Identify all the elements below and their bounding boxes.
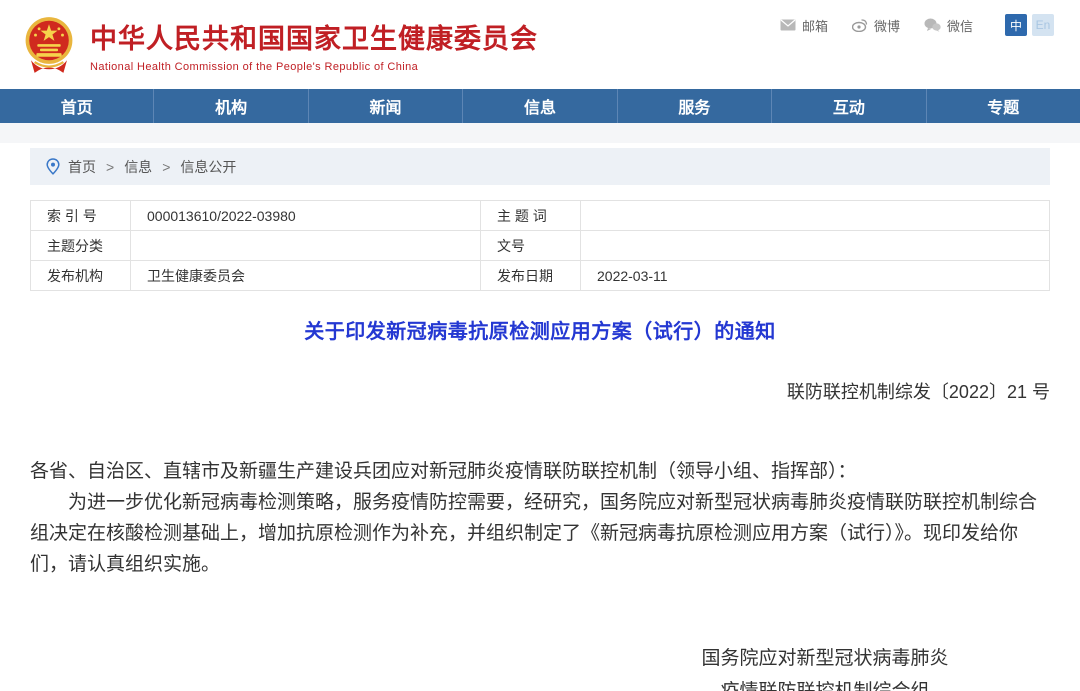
lang-zh-button[interactable]: 中 xyxy=(1005,14,1027,36)
meta-label-docno: 文号 xyxy=(481,231,581,261)
nav-item-home[interactable]: 首页 xyxy=(0,89,154,123)
breadcrumb-separator: > xyxy=(104,159,116,175)
nav-item-news[interactable]: 新闻 xyxy=(309,89,463,123)
mail-link[interactable]: 邮箱 xyxy=(780,16,828,35)
site-header: 中华人民共和国国家卫生健康委员会 National Health Commiss… xyxy=(0,0,1080,89)
nav-item-interact[interactable]: 互动 xyxy=(772,89,926,123)
meta-label-index: 索 引 号 xyxy=(31,201,131,231)
wechat-link[interactable]: 微信 xyxy=(924,16,973,35)
article-paragraph: 各省、自治区、直辖市及新疆生产建设兵团应对新冠肺炎疫情联防联控机制（领导小组、指… xyxy=(30,456,1050,487)
nav-item-org[interactable]: 机构 xyxy=(154,89,308,123)
brand-text: 中华人民共和国国家卫生健康委员会 National Health Commiss… xyxy=(90,17,538,73)
weibo-icon xyxy=(852,18,868,32)
lang-en-button[interactable]: En xyxy=(1032,14,1054,36)
national-emblem-logo xyxy=(22,15,76,75)
article-doc-number: 联防联控机制综发〔2022〕21 号 xyxy=(30,378,1050,404)
nav-item-service[interactable]: 服务 xyxy=(618,89,772,123)
nav-item-special[interactable]: 专题 xyxy=(927,89,1080,123)
meta-value-index: 000013610/2022-03980 xyxy=(131,201,481,231)
meta-label-issuer: 发布机构 xyxy=(31,261,131,291)
header-utility-links: 邮箱 微博 微信 中 En xyxy=(780,14,1054,36)
meta-value-pubdate: 2022-03-11 xyxy=(581,261,1050,291)
signature-line: 国务院应对新型冠状病毒肺炎 xyxy=(680,642,970,675)
breadcrumb: 首页 > 信息 > 信息公开 xyxy=(30,148,1050,185)
meta-value-category xyxy=(131,231,481,261)
site-subtitle: National Health Commission of the People… xyxy=(90,61,538,73)
table-row: 发布机构 卫生健康委员会 发布日期 2022-03-11 xyxy=(31,261,1050,291)
meta-label-pubdate: 发布日期 xyxy=(481,261,581,291)
main-nav: 首页 机构 新闻 信息 服务 互动 专题 xyxy=(0,89,1080,123)
breadcrumb-separator: > xyxy=(160,159,172,175)
table-row: 主题分类 文号 xyxy=(31,231,1050,261)
document-meta-table: 索 引 号 000013610/2022-03980 主 题 词 主题分类 文号… xyxy=(30,200,1050,291)
nav-item-info[interactable]: 信息 xyxy=(463,89,617,123)
meta-value-issuer: 卫生健康委员会 xyxy=(131,261,481,291)
mail-icon xyxy=(780,19,796,31)
main-content: 首页 > 信息 > 信息公开 索 引 号 000013610/2022-0398… xyxy=(30,148,1050,691)
table-row: 索 引 号 000013610/2022-03980 主 题 词 xyxy=(31,201,1050,231)
article-title: 关于印发新冠病毒抗原检测应用方案（试行）的通知 xyxy=(30,315,1050,344)
meta-label-category: 主题分类 xyxy=(31,231,131,261)
article-paragraph: 为进一步优化新冠病毒检测策略，服务疫情防控需要，经研究，国务院应对新型冠状病毒肺… xyxy=(30,487,1050,580)
article-body: 各省、自治区、直辖市及新疆生产建设兵团应对新冠肺炎疫情联防联控机制（领导小组、指… xyxy=(30,456,1050,580)
breadcrumb-info[interactable]: 信息 xyxy=(124,157,152,177)
meta-value-docno xyxy=(581,231,1050,261)
meta-label-keywords: 主 题 词 xyxy=(481,201,581,231)
nav-substrip xyxy=(0,123,1080,143)
breadcrumb-home[interactable]: 首页 xyxy=(68,157,96,177)
weibo-link-label: 微博 xyxy=(874,16,900,35)
article-signature: 国务院应对新型冠状病毒肺炎 疫情联防联控机制综合组 xyxy=(680,642,970,691)
location-pin-icon xyxy=(46,158,60,175)
mail-link-label: 邮箱 xyxy=(802,16,828,35)
breadcrumb-info-public[interactable]: 信息公开 xyxy=(180,157,236,177)
signature-line: 疫情联防联控机制综合组 xyxy=(680,675,970,691)
language-switcher: 中 En xyxy=(1005,14,1054,36)
weibo-link[interactable]: 微博 xyxy=(852,16,900,35)
meta-value-keywords xyxy=(581,201,1050,231)
site-title: 中华人民共和国国家卫生健康委员会 xyxy=(90,17,538,56)
wechat-icon xyxy=(924,18,941,32)
wechat-link-label: 微信 xyxy=(947,16,973,35)
